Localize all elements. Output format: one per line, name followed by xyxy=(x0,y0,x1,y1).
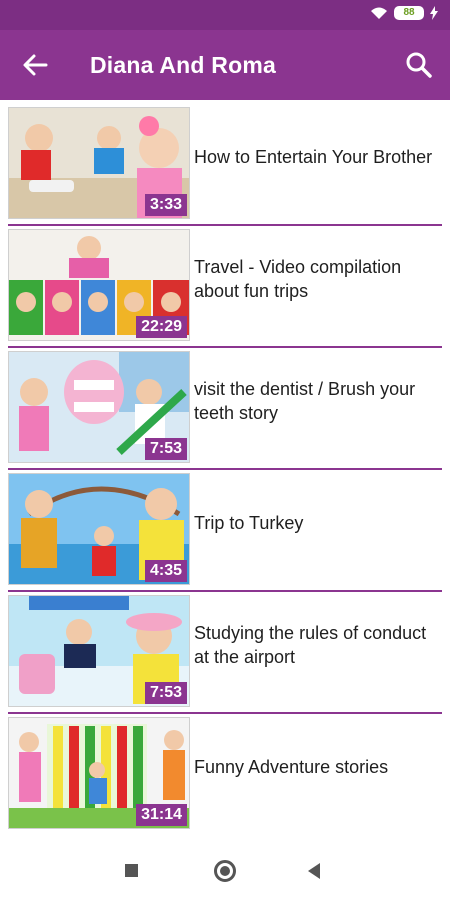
app-bar: Diana And Roma xyxy=(0,30,450,100)
duration-badge: 31:14 xyxy=(136,804,187,826)
video-title: Funny Adventure stories xyxy=(194,756,389,777)
system-back-button[interactable] xyxy=(308,863,320,879)
video-list-item[interactable]: 31:14 Funny Adventure stories xyxy=(6,710,444,829)
video-thumbnail[interactable]: 7:53 xyxy=(8,595,190,707)
video-thumbnail[interactable]: 31:14 xyxy=(8,717,190,829)
video-thumbnail[interactable]: 22:29 xyxy=(8,229,190,341)
duration-badge: 4:35 xyxy=(144,560,187,582)
video-list-item[interactable]: 7:53 visit the dentist / Brush your teet… xyxy=(6,344,444,463)
back-button[interactable] xyxy=(20,52,52,78)
video-thumbnail[interactable]: 7:53 xyxy=(8,351,190,463)
video-title: Trip to Turkey xyxy=(194,512,304,533)
status-bar: 88 xyxy=(0,0,450,30)
wifi-icon xyxy=(371,7,387,19)
video-list-item[interactable]: 4:35 Trip to Turkey xyxy=(6,466,444,585)
duration-badge: 3:33 xyxy=(144,194,187,216)
search-icon xyxy=(406,52,432,78)
system-nav-bar xyxy=(0,840,450,900)
page-title: Diana And Roma xyxy=(90,52,276,78)
video-list-item[interactable]: 22:29 Travel - Video compilation about f… xyxy=(6,222,444,341)
duration-badge: 7:53 xyxy=(144,682,187,704)
home-button[interactable] xyxy=(214,860,236,882)
video-thumbnail[interactable]: 3:33 xyxy=(8,107,190,219)
video-title: How to Entertain Your Brother xyxy=(194,146,433,167)
battery-level: 88 xyxy=(403,7,415,18)
recents-button[interactable] xyxy=(125,864,138,877)
search-button[interactable] xyxy=(404,50,434,80)
status-icons: 88 xyxy=(370,6,438,20)
video-list-item[interactable]: 3:33 How to Entertain Your Brother xyxy=(6,100,444,219)
duration-badge: 7:53 xyxy=(144,438,187,460)
charging-icon xyxy=(430,6,438,20)
video-thumbnail[interactable]: 4:35 xyxy=(8,473,190,585)
video-title: visit the dentist / Brush your teeth sto… xyxy=(194,378,416,423)
video-title: Travel - Video compilation about fun tri… xyxy=(194,256,402,301)
battery-icon: 88 xyxy=(394,6,424,20)
video-list-item[interactable]: 7:53 Studying the rules of conduct at th… xyxy=(6,588,444,707)
video-title: Studying the rules of conduct at the air… xyxy=(194,622,427,667)
arrow-left-icon xyxy=(23,54,48,76)
duration-badge: 22:29 xyxy=(136,316,187,338)
